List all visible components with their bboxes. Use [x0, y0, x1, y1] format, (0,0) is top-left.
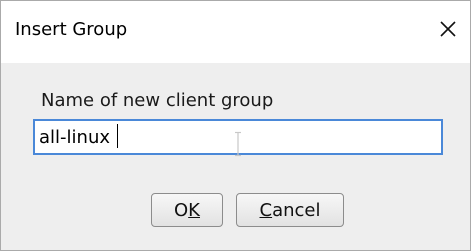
- ok-mnemonic: K: [188, 199, 200, 221]
- text-caret: [117, 124, 118, 148]
- ok-label-prefix: O: [174, 199, 189, 221]
- insert-group-dialog: Insert Group Name of new client group OK…: [0, 0, 471, 251]
- dialog-body: Name of new client group OK Cancel: [1, 63, 470, 250]
- title-bar: Insert Group: [1, 1, 470, 63]
- cancel-label-suffix: ancel: [272, 199, 321, 221]
- cancel-mnemonic: C: [259, 199, 273, 221]
- ibeam-cursor-icon: [235, 131, 241, 157]
- cancel-button[interactable]: Cancel: [236, 193, 344, 227]
- close-icon[interactable]: [436, 17, 460, 41]
- ok-button[interactable]: OK: [151, 193, 223, 227]
- dialog-title: Insert Group: [15, 19, 128, 40]
- group-name-label: Name of new client group: [41, 90, 274, 111]
